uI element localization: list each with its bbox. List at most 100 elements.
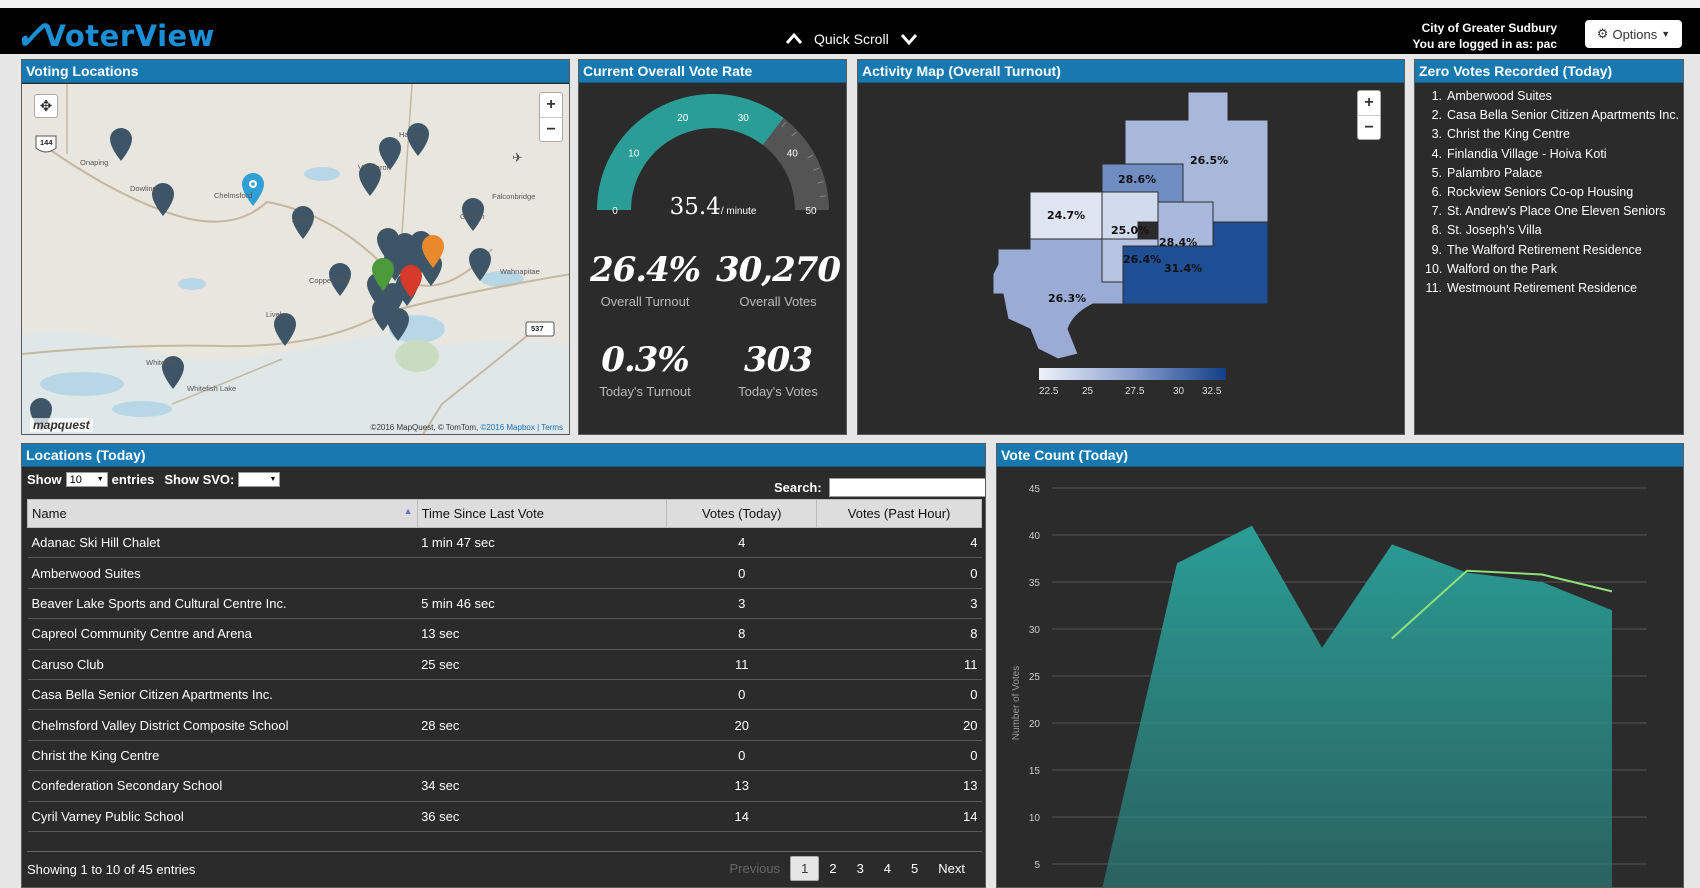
zoom-in-button[interactable]: + (1358, 91, 1380, 115)
quick-scroll: Quick Scroll (784, 30, 919, 48)
gauge-value-number: 35.4 (670, 194, 721, 220)
page-1-button[interactable]: 1 (790, 856, 820, 881)
org-info: City of Greater Sudbury You are logged i… (1413, 20, 1557, 52)
gauge-tick-label: 50 (805, 206, 817, 217)
zero-votes-panel: Zero Votes Recorded (Today) 1. Amberwood … (1414, 59, 1684, 435)
locate-button[interactable]: ✥ (34, 94, 58, 118)
options-button[interactable]: ⚙ Options ▼ (1585, 20, 1682, 48)
y-tick-label: 15 (1029, 766, 1041, 777)
cell-name: Confederation Secondary School (27, 770, 418, 802)
pin-center (251, 182, 255, 186)
col-time-since-last-vote[interactable]: Time Since Last Vote (416, 499, 668, 528)
y-tick-label: 10 (1029, 813, 1041, 824)
location-pin-blue (242, 173, 264, 206)
item-label: Christ the King Centre (1447, 127, 1570, 142)
vote-count-chart: 5 10 15 20 25 30 35 40 45 Number of Votes (1011, 484, 1647, 887)
table-controls: Show 10 ▼ entries Show SVO: ▼ (27, 472, 281, 487)
zoom-in-button[interactable]: + (540, 93, 562, 117)
caret-down-icon: ▼ (1661, 29, 1671, 39)
next-page-button[interactable]: Next (928, 857, 975, 880)
ward-label: 26.4% (1123, 253, 1161, 266)
place-copper-cliff: Copper Cliff (309, 276, 349, 285)
page-5-button[interactable]: 5 (901, 857, 928, 880)
cell-votes-past-hour: 13 (816, 770, 982, 802)
place-whitefish: Whitefish (146, 358, 177, 367)
cell-votes-past-hour: 0 (816, 740, 982, 772)
map-canvas[interactable]: ✈ (22, 84, 570, 435)
zoom-out-button[interactable]: − (1358, 115, 1380, 139)
page-2-button[interactable]: 2 (819, 857, 846, 880)
voting-locations-map[interactable]: ✈ Onaping Dowling Chelmsford Azilda Val … (22, 84, 570, 435)
entries-select[interactable]: 10 ▼ (65, 472, 108, 487)
col-votes-today[interactable]: Votes (Today) (666, 499, 818, 528)
map-zoom-control: + − (539, 92, 563, 142)
item-number: 8. (1431, 223, 1442, 238)
table-row[interactable]: Casa Bella Senior Citizen Apartments Inc… (27, 679, 982, 711)
col-votes-past-hour[interactable]: Votes (Past Hour) (816, 499, 982, 528)
page-4-button[interactable]: 4 (874, 857, 901, 880)
cell-votes-today: 4 (666, 527, 817, 559)
y-tick-label: 25 (1029, 672, 1041, 683)
list-item: 2. Casa Bella Senior Citizen Apartments I… (1425, 107, 1683, 123)
table-row[interactable]: Beaver Lake Sports and Cultural Centre I… (27, 588, 982, 620)
cell-time-since-last-vote: 5 min 46 sec (417, 588, 667, 620)
cell-name: Caruso Club (27, 649, 418, 680)
ward-label: 26.3% (1048, 292, 1086, 305)
y-tick-label: 40 (1029, 531, 1041, 542)
item-label: St. Joseph's Villa (1447, 223, 1542, 238)
table-row[interactable]: Caruso Club 25 sec 11 11 (27, 649, 982, 680)
overall-turnout-kpi: 26.4% Overall Turnout (580, 250, 710, 309)
cell-votes-today: 11 (666, 649, 817, 680)
voterview-logo[interactable]: ✓ VoterView (14, 16, 215, 56)
page-3-button[interactable]: 3 (847, 857, 874, 880)
table-row[interactable]: Capreol Community Centre and Arena 13 sec… (27, 618, 982, 650)
choropleth-map[interactable]: 26.5% 28.6% 24.7% 25.0% 28.4% 26.4% 31.4… (858, 84, 1405, 435)
previous-page-button[interactable]: Previous (720, 857, 791, 880)
item-number: 10. (1425, 261, 1443, 276)
chevron-down-icon[interactable] (899, 30, 919, 48)
legend-tick: 27.5 (1125, 386, 1145, 397)
table-row[interactable]: Confederation Secondary School 34 sec 13 13 (27, 770, 982, 802)
place-val-caron: Val Caron (358, 163, 391, 172)
table-row[interactable]: Amberwood Suites 0 0 (27, 557, 982, 589)
panel-title: Voting Locations (22, 60, 569, 83)
legend-ticks: 22.5 25 27.5 30 32.5 (1039, 386, 1222, 397)
table-row[interactable]: Chelmsford Valley District Composite Sch… (27, 709, 982, 741)
entries-value: 10 (69, 473, 82, 486)
activity-map-panel: Activity Map (Overall Turnout) 26.5% 28.… (857, 59, 1405, 435)
search-input[interactable] (829, 478, 985, 497)
cell-votes-today: 0 (666, 679, 817, 711)
item-number: 11. (1425, 280, 1442, 295)
item-label: Palambro Palace (1447, 165, 1543, 180)
ward-label: 31.4% (1164, 262, 1202, 275)
item-label: The Walford Retirement Residence (1447, 242, 1642, 257)
entries-label: entries (111, 472, 155, 487)
caret-down-icon: ▼ (96, 476, 104, 483)
table-row[interactable]: Adanac Ski Hill Chalet 1 min 47 sec 4 4 (27, 527, 982, 559)
item-number: 7. (1431, 204, 1442, 219)
col-name[interactable]: Name ▲ (27, 499, 418, 528)
cell-name: Adanac Ski Hill Chalet (27, 527, 418, 559)
list-item: 4. Finlandia Village - Hoiva Koti (1425, 146, 1683, 162)
table-row[interactable]: Cyril Varney Public School 36 sec 14 14 (27, 801, 982, 832)
cell-votes-past-hour: 0 (816, 679, 982, 711)
ward-label: 25.0% (1111, 224, 1149, 237)
panel-title: Vote Count (Today) (997, 444, 1683, 467)
cell-name: Christ the King Centre (27, 740, 418, 772)
overall-turnout-label: Overall Turnout (600, 294, 690, 309)
item-label: Westmount Retirement Residence (1447, 280, 1638, 295)
chevron-up-icon[interactable] (784, 30, 804, 48)
svo-select[interactable]: ▼ (238, 472, 281, 487)
attribution-link[interactable]: ©2016 Mapbox | Terms (480, 423, 563, 432)
panel-title: Activity Map (Overall Turnout) (858, 60, 1404, 83)
zoom-out-button[interactable]: − (540, 117, 562, 141)
lake (304, 167, 340, 181)
caret-down-icon: ▼ (269, 476, 277, 483)
cell-votes-past-hour: 11 (816, 649, 982, 680)
y-tick-label: 30 (1029, 625, 1041, 636)
vote-count-panel: Vote Count (Today) 5 10 15 20 25 30 35 40 45 Num… (996, 443, 1684, 888)
place-hanmer: Hanmer (399, 130, 426, 139)
table-row[interactable]: Christ the King Centre 0 0 (27, 740, 982, 772)
logo-check-icon: ✓ (14, 12, 48, 59)
top-strip (0, 0, 1700, 8)
